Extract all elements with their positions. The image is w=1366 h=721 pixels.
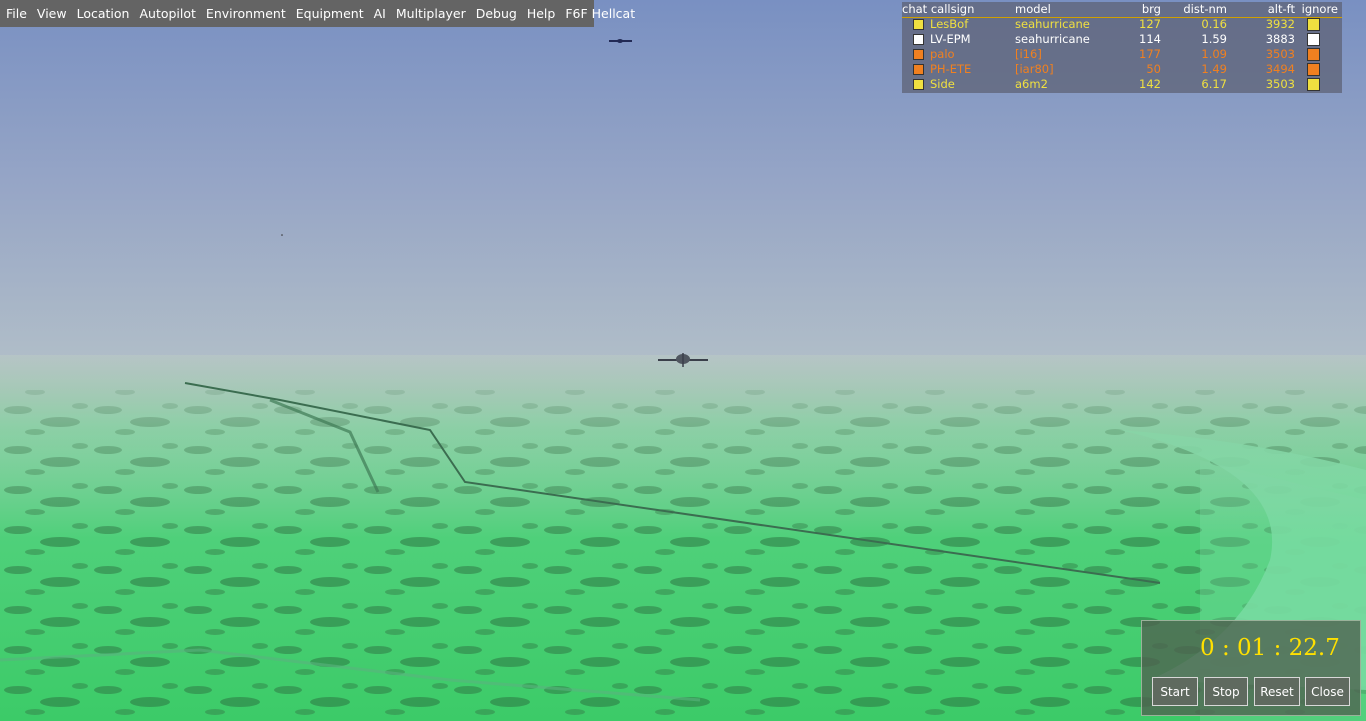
callsign-cell: PH-ETE — [902, 62, 1015, 77]
chat-checkbox[interactable] — [913, 34, 924, 45]
pilot-row: LV-EPM seahurricane 114 1.59 3883 — [902, 32, 1342, 47]
callsign[interactable]: LV-EPM — [930, 32, 971, 46]
col-chat: chat — [902, 2, 928, 16]
ignore-checkbox[interactable] — [1307, 63, 1320, 76]
menu-debug[interactable]: Debug — [471, 0, 522, 27]
callsign-cell: LesBof — [902, 17, 1015, 32]
col-callsign: callsign — [930, 2, 975, 16]
menu-help[interactable]: Help — [522, 0, 561, 27]
col-alt: alt-ft — [1267, 2, 1295, 16]
callsign[interactable]: PH-ETE — [930, 62, 971, 76]
alt: 3883 — [1265, 32, 1295, 46]
callsign-cell: palo — [902, 47, 1015, 62]
mp-pilot-list: chat callsign model brg dist-nm alt-ft i… — [902, 2, 1342, 93]
ignore-cell — [1295, 32, 1342, 47]
col-brg: brg — [1141, 2, 1161, 16]
model: seahurricane — [1015, 32, 1090, 46]
brg: 142 — [1139, 77, 1161, 91]
ignore-cell — [1295, 62, 1342, 77]
table-header: chat callsign model brg dist-nm alt-ft i… — [902, 2, 1342, 17]
brg: 50 — [1146, 62, 1161, 76]
menu-multiplayer[interactable]: Multiplayer — [391, 0, 471, 27]
dist: 6.17 — [1201, 77, 1227, 91]
start-button[interactable]: Start — [1152, 677, 1198, 706]
dist: 1.09 — [1201, 47, 1227, 61]
close-button[interactable]: Close — [1305, 677, 1350, 706]
callsign-cell: Side — [902, 77, 1015, 92]
alt: 3932 — [1265, 17, 1295, 31]
alt: 3494 — [1265, 62, 1295, 76]
callsign[interactable]: Side — [930, 77, 955, 91]
model: [i16] — [1015, 47, 1042, 61]
model: a6m2 — [1015, 77, 1048, 91]
ignore-checkbox[interactable] — [1307, 33, 1320, 46]
menu-location[interactable]: Location — [72, 0, 135, 27]
dist: 1.59 — [1201, 32, 1227, 46]
pilot-row: PH-ETE [iar80] 50 1.49 3494 — [902, 62, 1342, 77]
ignore-checkbox[interactable] — [1307, 78, 1320, 91]
ignore-cell — [1295, 47, 1342, 62]
dist: 1.49 — [1201, 62, 1227, 76]
callsign[interactable]: LesBof — [930, 17, 968, 31]
model: seahurricane — [1015, 17, 1090, 31]
ignore-checkbox[interactable] — [1307, 48, 1320, 61]
pilot-row: LesBof seahurricane 127 0.16 3932 — [902, 17, 1342, 32]
dist: 0.16 — [1201, 17, 1227, 31]
stop-button[interactable]: Stop — [1204, 677, 1248, 706]
col-ignore: ignore — [1301, 2, 1338, 16]
chat-checkbox[interactable] — [913, 64, 924, 75]
col-model: model — [1015, 2, 1051, 16]
col-chat-callsign: chat callsign — [902, 2, 1015, 17]
callsign-cell: LV-EPM — [902, 32, 1015, 47]
pilot-table: chat callsign model brg dist-nm alt-ft i… — [902, 2, 1342, 92]
pilot-row: palo [i16] 177 1.09 3503 — [902, 47, 1342, 62]
flight-scene — [0, 0, 1366, 721]
callsign[interactable]: palo — [930, 47, 955, 61]
pilot-row: Side a6m2 142 6.17 3503 — [902, 77, 1342, 92]
menu-environment[interactable]: Environment — [201, 0, 291, 27]
chat-checkbox[interactable] — [913, 79, 924, 90]
ignore-checkbox[interactable] — [1307, 18, 1320, 31]
reset-button[interactable]: Reset — [1254, 677, 1300, 706]
alt: 3503 — [1265, 47, 1295, 61]
brg: 114 — [1139, 32, 1161, 46]
alt: 3503 — [1265, 77, 1295, 91]
menu-ai[interactable]: AI — [369, 0, 391, 27]
stopwatch-dialog: 0 : 01 : 22.7 Start Stop Reset Close — [1141, 620, 1361, 716]
menu-bar: File View Location Autopilot Environment… — [0, 0, 635, 27]
header-divider — [902, 17, 1342, 18]
chat-checkbox[interactable] — [913, 19, 924, 30]
menu-file[interactable]: File — [0, 0, 32, 27]
menu-equipment[interactable]: Equipment — [291, 0, 369, 27]
menu-autopilot[interactable]: Autopilot — [134, 0, 200, 27]
col-dist: dist-nm — [1183, 2, 1227, 16]
ignore-cell — [1295, 77, 1342, 92]
brg: 127 — [1139, 17, 1161, 31]
aircraft-far — [281, 234, 283, 236]
menu-aircraft[interactable]: F6F Hellcat — [560, 0, 640, 27]
ignore-cell — [1295, 17, 1342, 32]
brg: 177 — [1139, 47, 1161, 61]
menu-view[interactable]: View — [32, 0, 72, 27]
model: [iar80] — [1015, 62, 1054, 76]
stopwatch-time: 0 : 01 : 22.7 — [1200, 635, 1340, 661]
chat-checkbox[interactable] — [913, 49, 924, 60]
